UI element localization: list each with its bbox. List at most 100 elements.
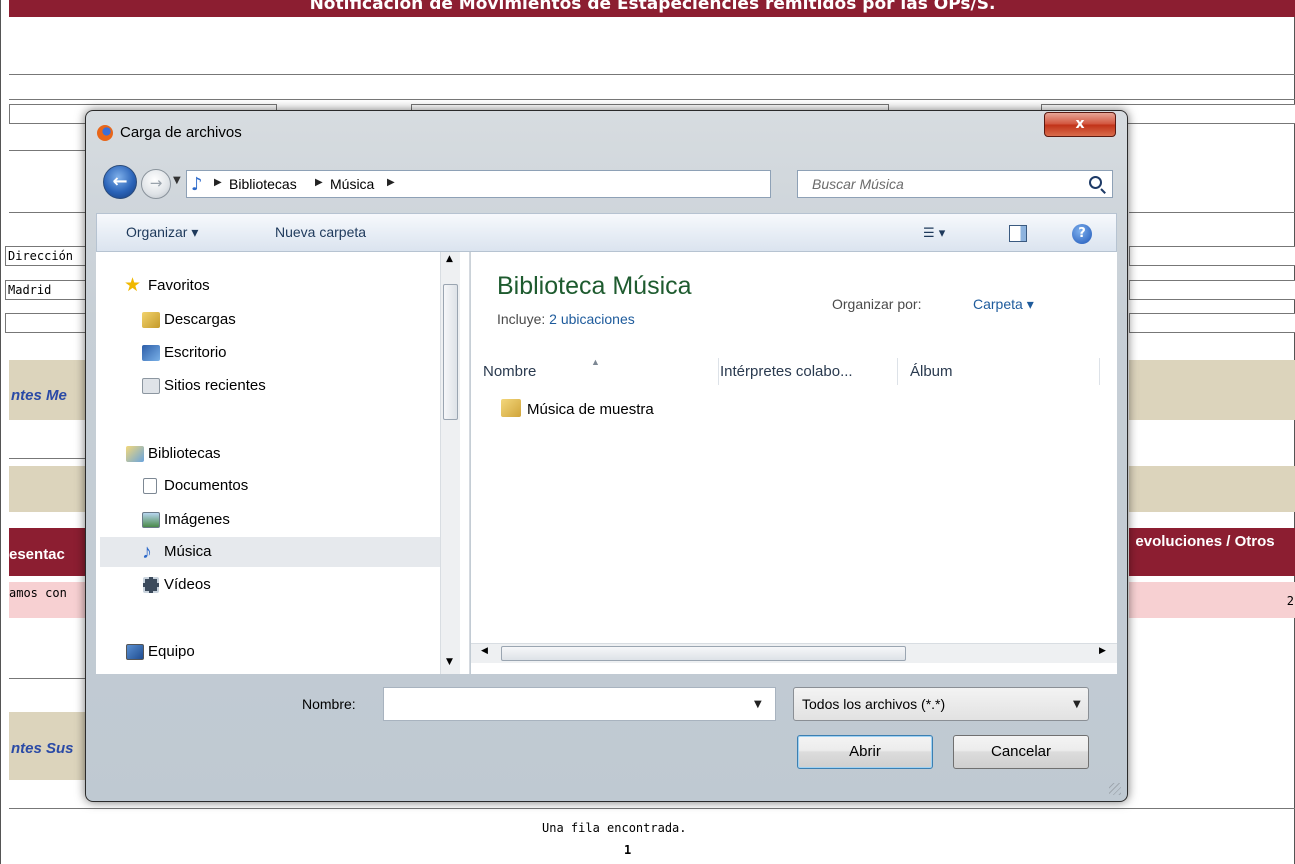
preview-pane-icon[interactable] <box>1009 225 1027 242</box>
nav-pane-scrollbar[interactable]: ▲ ▼ <box>440 252 460 674</box>
firefox-icon <box>97 125 113 141</box>
column-header-name[interactable]: Nombre ▲ <box>471 358 719 385</box>
table-row[interactable]: 2 <box>1129 582 1295 618</box>
field-madrid[interactable]: Madrid <box>5 280 87 300</box>
search-icon[interactable] <box>1089 176 1102 189</box>
help-icon[interactable]: ? <box>1072 224 1092 244</box>
nav-item-label: Escritorio <box>164 344 227 361</box>
chevron-right-icon[interactable]: ▶ <box>214 177 222 188</box>
cancel-button[interactable]: Cancelar <box>953 735 1089 769</box>
nav-item-documentos[interactable]: Documentos <box>116 471 446 501</box>
nav-item-label: Vídeos <box>164 576 211 593</box>
sort-ascending-icon: ▲ <box>591 358 600 367</box>
recent-pages-dropdown-icon[interactable]: ▼ <box>173 175 181 186</box>
divider <box>9 99 1295 100</box>
nav-item-descargas[interactable]: Descargas <box>116 305 446 335</box>
section-band <box>1129 466 1295 512</box>
rows-found-text: Una fila encontrada. <box>542 821 687 835</box>
dialog-title: Carga de archivos <box>120 124 242 141</box>
divider <box>1129 212 1295 213</box>
folder-icon <box>501 399 521 417</box>
filename-input[interactable] <box>383 687 776 721</box>
section-band <box>1129 360 1295 420</box>
nav-item-bibliotecas[interactable]: Bibliotecas <box>116 439 446 469</box>
file-type-value: Todos los archivos (*.*) <box>802 696 946 712</box>
scroll-left-icon[interactable]: ◀ <box>481 646 488 656</box>
file-upload-dialog: Carga de archivos x ← → ▼ ♪ ▶ Biblioteca… <box>85 110 1128 802</box>
background-input[interactable] <box>1129 246 1295 266</box>
breadcrumb-musica[interactable]: Música <box>330 176 374 192</box>
nav-item-equipo[interactable]: Equipo <box>116 637 446 667</box>
arrange-by-dropdown[interactable]: Carpeta ▾ <box>973 296 1034 313</box>
scrollbar-thumb[interactable] <box>501 646 906 661</box>
nav-item-favoritos[interactable]: ★ Favoritos <box>116 271 446 301</box>
breadcrumb-bibliotecas[interactable]: Bibliotecas <box>229 176 297 192</box>
column-header-album[interactable]: Álbum <box>898 358 1100 385</box>
recent-places-icon <box>142 378 160 394</box>
back-button[interactable]: ← <box>103 165 137 199</box>
organize-menu-button[interactable]: Organizar ▾ <box>126 224 198 241</box>
desktop-icon <box>142 345 160 361</box>
page-banner: Notificación de Movimientos de Estapecie… <box>9 0 1295 17</box>
new-folder-button[interactable]: Nueva carpeta <box>275 224 366 240</box>
view-options-icon[interactable]: ☰ ▾ <box>923 226 945 241</box>
arrow-left-icon: ← <box>112 171 128 192</box>
open-button[interactable]: Abrir <box>797 735 933 769</box>
scrollbar-thumb[interactable] <box>443 284 458 420</box>
field-direccion[interactable]: Dirección <box>5 246 87 266</box>
column-header-label: Nombre <box>483 363 537 380</box>
background-input[interactable] <box>5 313 87 333</box>
file-list-hscrollbar[interactable]: ◀ ▶ <box>471 643 1117 663</box>
filename-dropdown-icon[interactable]: ▼ <box>754 699 762 710</box>
nav-item-imagenes[interactable]: Imágenes <box>116 505 446 535</box>
nav-item-label: Sitios recientes <box>164 377 266 394</box>
locations-link[interactable]: 2 ubicaciones <box>549 311 635 327</box>
column-header-performers[interactable]: Intérpretes colabo... <box>708 358 898 385</box>
section-heading: ntes Me <box>11 387 67 404</box>
section-band <box>9 466 89 512</box>
file-name: Música de muestra <box>527 401 654 418</box>
file-list-pane: Biblioteca Música Incluye: 2 ubicaciones… <box>471 252 1117 674</box>
divider <box>9 458 89 459</box>
computer-icon <box>126 644 144 660</box>
table-row[interactable]: amos con <box>9 582 89 618</box>
library-includes: Incluye: 2 ubicaciones <box>497 311 635 327</box>
nav-item-musica[interactable]: ♪ Música <box>100 537 450 567</box>
address-bar[interactable]: ♪ ▶ Bibliotecas ▶ Música ▶ ▼ ⇆ <box>186 170 865 198</box>
table-header-label: esentac <box>9 546 65 563</box>
divider <box>9 212 89 213</box>
library-title: Biblioteca Música <box>497 272 692 300</box>
forward-button[interactable]: → <box>141 169 171 199</box>
file-type-dropdown-icon[interactable]: ▼ <box>1073 699 1081 710</box>
table-header-label: evoluciones / Otros <box>1135 533 1275 550</box>
page-number[interactable]: 1 <box>624 843 631 857</box>
list-item[interactable]: Música de muestra <box>501 398 654 422</box>
divider <box>9 150 89 151</box>
arrange-by-label: Organizar por: <box>832 296 922 312</box>
search-input[interactable]: Buscar Música <box>797 170 1113 198</box>
resize-grip-icon[interactable] <box>1109 783 1121 795</box>
nav-item-escritorio[interactable]: Escritorio <box>116 338 446 368</box>
star-icon: ★ <box>124 275 142 296</box>
chevron-right-icon[interactable]: ▶ <box>387 177 395 188</box>
videos-icon <box>143 577 159 593</box>
chevron-right-icon[interactable]: ▶ <box>315 177 323 188</box>
scroll-right-icon[interactable]: ▶ <box>1099 646 1106 656</box>
dialog-titlebar[interactable]: Carga de archivos x <box>86 111 1127 157</box>
nav-item-sitios-recientes[interactable]: Sitios recientes <box>116 371 446 401</box>
close-button[interactable]: x <box>1044 112 1116 137</box>
table-header: esentac <box>9 528 89 576</box>
libraries-icon <box>126 446 144 462</box>
nav-item-videos[interactable]: Vídeos <box>116 570 446 600</box>
nav-item-label: Imágenes <box>164 511 230 528</box>
table-header: evoluciones / Otros <box>1129 528 1295 576</box>
nav-item-label: Bibliotecas <box>148 445 221 462</box>
scroll-down-icon[interactable]: ▼ <box>446 657 453 667</box>
nav-item-label: Favoritos <box>148 277 210 294</box>
background-input[interactable] <box>1129 280 1295 300</box>
file-type-select[interactable]: Todos los archivos (*.*) <box>793 687 1089 721</box>
scroll-up-icon[interactable]: ▲ <box>446 254 453 264</box>
background-input[interactable] <box>1129 313 1295 333</box>
nav-item-label: Documentos <box>164 477 249 494</box>
music-note-icon: ♪ <box>191 174 203 195</box>
